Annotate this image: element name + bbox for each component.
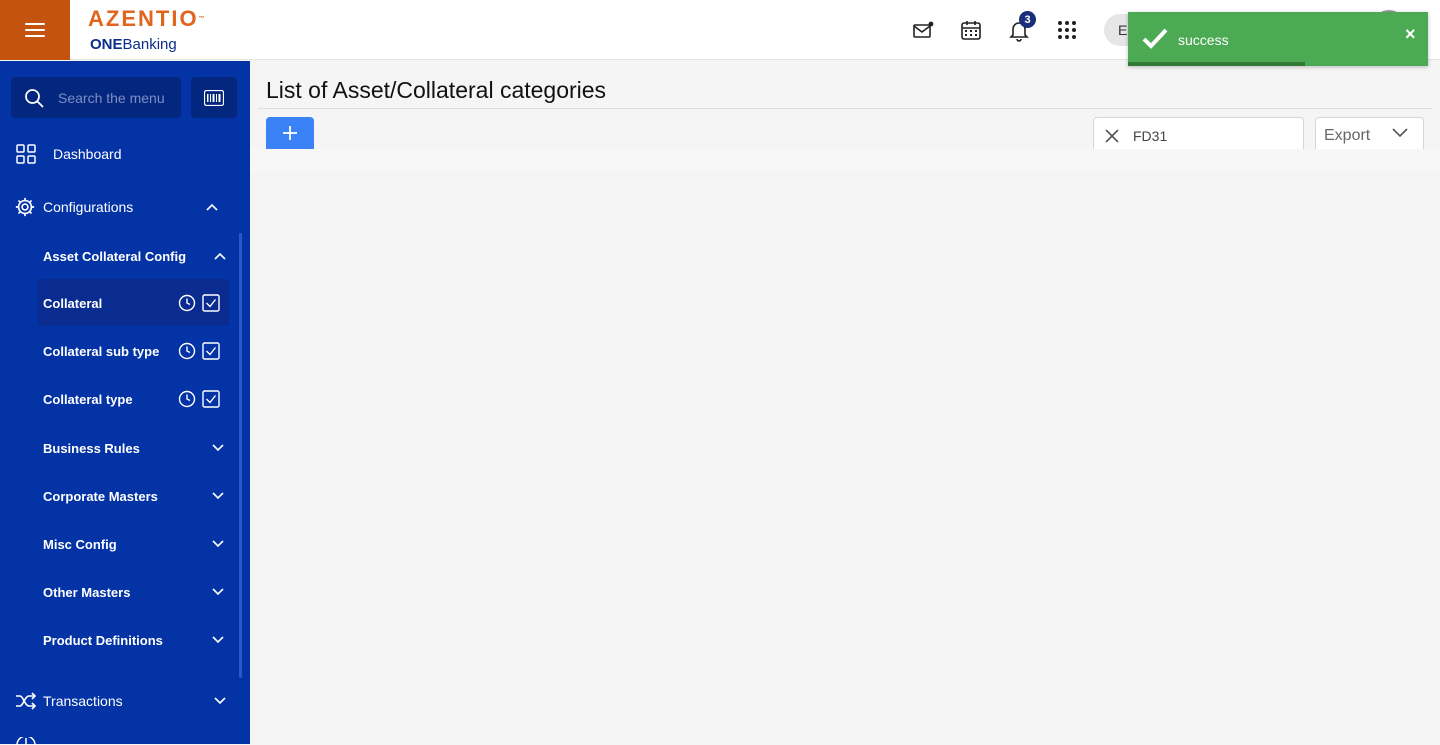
chevron-down-icon bbox=[212, 588, 224, 596]
sidebar-scrollbar[interactable] bbox=[239, 233, 242, 678]
menu-search-input[interactable]: Search the menu bbox=[11, 77, 181, 118]
filter-input[interactable]: FD31 bbox=[1093, 117, 1304, 149]
add-button[interactable] bbox=[266, 117, 314, 149]
export-label: Export bbox=[1324, 127, 1371, 144]
sidebar-item-label: Asset Collateral Config bbox=[43, 248, 187, 264]
checkbox-icon[interactable] bbox=[202, 390, 220, 408]
chevron-down-icon bbox=[212, 636, 224, 644]
toast-message: success bbox=[1178, 32, 1229, 48]
chevron-down-icon bbox=[214, 697, 226, 705]
chevron-down-icon bbox=[212, 492, 224, 500]
sidebar-item-label: Misc Config bbox=[43, 536, 117, 552]
sidebar: Search the menu Dashboard Configurations… bbox=[0, 61, 250, 745]
clear-icon[interactable] bbox=[1105, 129, 1119, 143]
sidebar-item-label: Product Definitions bbox=[43, 632, 163, 648]
sidebar-item-label: Collateral bbox=[43, 295, 103, 311]
sidebar-item-label: Dashboard bbox=[53, 146, 122, 162]
brand-trademark: ™ bbox=[198, 16, 207, 22]
plus-icon bbox=[283, 126, 297, 140]
sidebar-item-collateral-sub-type[interactable]: Collateral sub type bbox=[0, 338, 240, 364]
chevron-up-icon bbox=[214, 252, 226, 260]
sidebar-item-product-definitions[interactable]: Product Definitions bbox=[0, 627, 240, 653]
checkbox-icon[interactable] bbox=[202, 342, 220, 360]
sidebar-item-other-masters[interactable]: Other Masters bbox=[0, 579, 240, 605]
brand-sub-bold: ONE bbox=[90, 36, 123, 53]
menu-icon bbox=[25, 21, 45, 39]
content-area bbox=[250, 149, 1440, 171]
sidebar-item-label: Transactions bbox=[43, 693, 123, 709]
clock-icon[interactable] bbox=[178, 390, 196, 408]
notification-count-badge: 3 bbox=[1019, 11, 1036, 28]
shuffle-icon bbox=[16, 692, 37, 710]
title-divider bbox=[258, 108, 1432, 109]
chevron-down-icon bbox=[1392, 128, 1408, 138]
sidebar-item-collateral[interactable]: Collateral bbox=[0, 290, 240, 316]
page-title: List of Asset/Collateral categories bbox=[266, 77, 607, 103]
sidebar-item-label: Collateral type bbox=[43, 391, 133, 407]
menu-toggle-button[interactable] bbox=[0, 0, 70, 60]
chevron-down-icon bbox=[212, 444, 224, 452]
brand-sub-rest: Banking bbox=[122, 36, 177, 53]
calendar-icon[interactable] bbox=[959, 18, 983, 42]
brand-logo: AZENTIO™ ONEBanking bbox=[88, 6, 207, 54]
sidebar-item-dashboard[interactable]: Dashboard bbox=[0, 141, 240, 167]
sidebar-item-misc-config[interactable]: Misc Config bbox=[0, 531, 240, 557]
sidebar-item-transactions[interactable]: Transactions bbox=[0, 688, 240, 714]
search-placeholder: Search the menu bbox=[58, 90, 165, 106]
check-icon bbox=[1142, 28, 1168, 49]
sidebar-item-business-rules[interactable]: Business Rules bbox=[0, 435, 240, 461]
mail-icon[interactable] bbox=[911, 18, 935, 42]
clock-icon[interactable] bbox=[178, 342, 196, 360]
sidebar-item-label: Corporate Masters bbox=[43, 488, 158, 504]
chevron-up-icon bbox=[206, 203, 218, 211]
sidebar-item-label: Configurations bbox=[43, 199, 134, 215]
checkbox-icon[interactable] bbox=[202, 294, 220, 312]
barcode-icon bbox=[204, 89, 224, 106]
dashboard-grid-icon bbox=[16, 144, 36, 164]
sidebar-item-collateral-type[interactable]: Collateral type bbox=[0, 386, 240, 412]
sidebar-item-corporate-masters[interactable]: Corporate Masters bbox=[0, 483, 240, 509]
sidebar-item-label: Business Rules bbox=[43, 440, 140, 456]
search-icon bbox=[25, 89, 44, 108]
sidebar-item-configurations[interactable]: Configurations bbox=[0, 194, 240, 220]
barcode-button[interactable] bbox=[191, 77, 237, 118]
export-dropdown[interactable]: Export bbox=[1315, 117, 1424, 149]
apps-grid-icon[interactable] bbox=[1055, 18, 1079, 42]
success-toast: success × bbox=[1128, 12, 1428, 66]
toast-progress-bar bbox=[1128, 62, 1305, 66]
brand-main: AZENTIO bbox=[88, 6, 199, 31]
chevron-down-icon bbox=[212, 540, 224, 548]
filter-value: FD31 bbox=[1133, 128, 1168, 144]
toast-close-button[interactable]: × bbox=[1405, 24, 1416, 45]
sidebar-item-asset-collateral-config[interactable]: Asset Collateral Config bbox=[0, 243, 240, 269]
sidebar-item-label: Other Masters bbox=[43, 584, 131, 600]
sidebar-item-label: Collateral sub type bbox=[43, 343, 160, 359]
clock-icon[interactable] bbox=[178, 294, 196, 312]
gear-icon bbox=[15, 197, 35, 217]
